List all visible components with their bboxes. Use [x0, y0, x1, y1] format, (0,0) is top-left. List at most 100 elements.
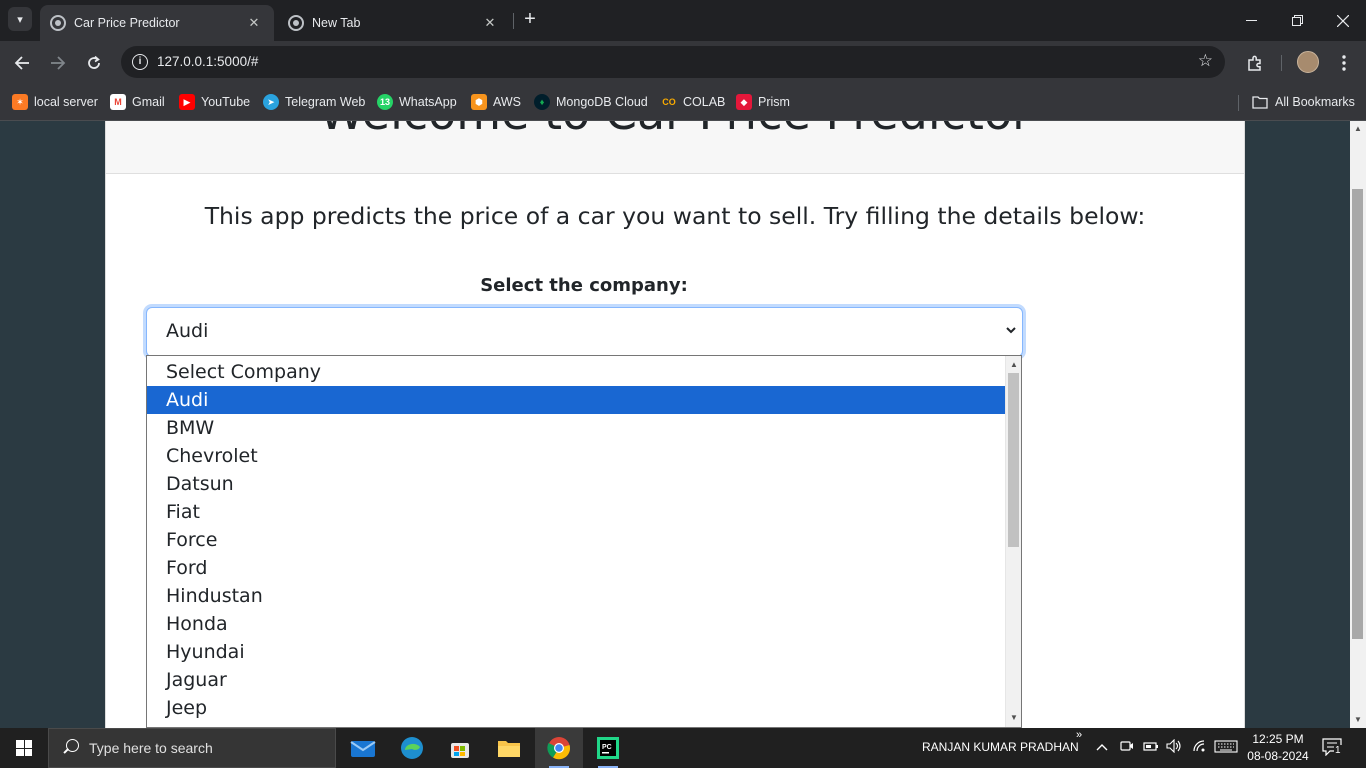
store-icon [451, 743, 469, 758]
close-tab-icon[interactable]: ✕ [480, 15, 500, 31]
keyboard-icon[interactable] [1214, 739, 1238, 756]
dropdown-option[interactable]: Ford [147, 554, 1005, 582]
bookmark-label: Telegram Web [285, 95, 366, 109]
volume-icon[interactable] [1166, 738, 1182, 756]
scroll-down-arrow[interactable]: ▼ [1006, 711, 1021, 725]
taskbar-file-explorer[interactable] [485, 728, 533, 768]
dropdown-option[interactable]: Honda [147, 610, 1005, 638]
company-select[interactable]: Audi [146, 307, 1023, 357]
scroll-down-arrow[interactable]: ▼ [1350, 712, 1366, 728]
bookmark-telegram[interactable]: ➤ Telegram Web [263, 92, 365, 112]
bookmark-star-icon[interactable]: ☆ [1198, 51, 1213, 71]
edge-icon [401, 737, 423, 759]
dropdown-scrollbar[interactable]: ▲ ▼ [1005, 356, 1021, 727]
dropdown-option[interactable]: Jaguar [147, 666, 1005, 694]
taskbar-chrome[interactable] [535, 728, 583, 768]
dropdown-option[interactable]: Hindustan [147, 582, 1005, 610]
dropdown-option[interactable]: Datsun [147, 470, 1005, 498]
company-dropdown-list[interactable]: Select Company Audi BMW Chevrolet Datsun Fiat… [146, 355, 1022, 728]
bookmark-aws[interactable]: ⬢ AWS [471, 92, 521, 112]
scroll-up-arrow[interactable]: ▲ [1350, 121, 1366, 137]
taskbar-mail[interactable] [339, 728, 387, 768]
reload-button[interactable] [81, 50, 107, 76]
overflow-icon[interactable]: » [1076, 729, 1082, 741]
all-bookmarks-button[interactable]: All Bookmarks [1252, 92, 1355, 112]
mongodb-icon: ♦ [534, 94, 550, 110]
dropdown-option[interactable]: Fiat [147, 498, 1005, 526]
telegram-icon: ➤ [263, 94, 279, 110]
page-scroll-thumb[interactable] [1352, 189, 1363, 639]
reload-icon [88, 55, 100, 69]
search-icon [62, 739, 80, 757]
tab-search-button[interactable]: ▾ [8, 7, 32, 31]
colab-icon: CO [662, 97, 676, 107]
back-button[interactable] [9, 50, 35, 76]
bookmark-label: All Bookmarks [1275, 95, 1355, 109]
folder-icon [1252, 96, 1268, 109]
taskbar-pycharm[interactable]: PC [584, 728, 632, 768]
scroll-up-arrow[interactable]: ▲ [1006, 358, 1021, 372]
wifi-icon[interactable] [1192, 739, 1208, 756]
card-header: Welcome to Car Price Predictor [106, 121, 1244, 174]
tab-divider [513, 13, 514, 29]
dropdown-option[interactable]: Chevrolet [147, 442, 1005, 470]
tab-car-price-predictor[interactable]: Car Price Predictor ✕ [40, 5, 274, 41]
profile-avatar[interactable] [1297, 51, 1319, 73]
dropdown-option[interactable]: Hyundai [147, 638, 1005, 666]
bookmark-label: Prism [758, 95, 790, 109]
bookmark-colab[interactable]: CO COLAB [661, 92, 725, 112]
dropdown-scroll-thumb[interactable] [1008, 373, 1019, 547]
aws-icon: ⬢ [471, 94, 487, 110]
dropdown-option[interactable]: Audi [147, 386, 1005, 414]
address-bar[interactable]: i 127.0.0.1:5000/# ☆ [121, 46, 1225, 78]
new-tab-button[interactable]: + [518, 8, 542, 32]
url-text[interactable]: 127.0.0.1:5000/# [157, 54, 258, 69]
bookmark-mongodb[interactable]: ♦ MongoDB Cloud [534, 92, 648, 112]
start-button[interactable] [0, 728, 48, 768]
tab-strip: ▾ Car Price Predictor ✕ New Tab ✕ + [0, 0, 1366, 41]
close-window-button[interactable] [1320, 0, 1366, 41]
taskbar-edge[interactable] [388, 728, 436, 768]
restore-button[interactable] [1274, 0, 1320, 41]
extensions-button[interactable] [1242, 50, 1268, 76]
bookmark-label: COLAB [683, 95, 726, 109]
xampp-icon: ✶ [12, 94, 28, 110]
taskbar-search[interactable]: Type here to search [48, 728, 336, 768]
bookmark-whatsapp[interactable]: 13 WhatsApp [377, 92, 457, 112]
forward-button[interactable] [45, 50, 71, 76]
bookmark-prism[interactable]: ◆ Prism [736, 92, 790, 112]
page-scrollbar[interactable]: ▲ ▼ [1350, 121, 1366, 728]
dropdown-option[interactable]: Select Company [147, 358, 1005, 386]
meet-now-icon[interactable] [1120, 739, 1134, 756]
chevron-up-icon[interactable] [1096, 739, 1108, 754]
tab-new-tab[interactable]: New Tab ✕ [278, 5, 510, 41]
chrome-icon [288, 15, 304, 31]
company-select-label: Select the company: [480, 275, 688, 296]
dropdown-option[interactable]: Force [147, 526, 1005, 554]
windows-taskbar: Type here to search PC RANJAN KUMAR PRAD… [0, 728, 1366, 768]
restore-icon [1291, 15, 1303, 26]
bookmark-local-server[interactable]: ✶ local server [12, 92, 98, 112]
bookmark-youtube[interactable]: ▶ YouTube [179, 92, 250, 112]
gmail-icon: M [110, 94, 126, 110]
dropdown-option[interactable]: Jeep [147, 694, 1005, 722]
prism-icon: ◆ [736, 94, 752, 110]
bookmark-label: Gmail [132, 95, 165, 109]
site-info-icon[interactable]: i [132, 54, 148, 70]
minimize-button[interactable] [1228, 0, 1274, 41]
battery-icon[interactable] [1143, 739, 1159, 756]
close-icon [1337, 14, 1349, 27]
notification-center-button[interactable]: 1 [1322, 738, 1344, 758]
system-clock[interactable]: 12:25 PM 08-08-2024 [1243, 731, 1313, 765]
clock-date: 08-08-2024 [1247, 749, 1309, 763]
browser-toolbar: i 127.0.0.1:5000/# ☆ [0, 41, 1366, 84]
whatsapp-icon: 13 [377, 94, 393, 110]
tab-title: Car Price Predictor [74, 16, 180, 30]
company-select-value: Audi [166, 320, 209, 342]
taskbar-store[interactable] [436, 728, 484, 768]
bookmark-label: YouTube [201, 95, 251, 109]
close-tab-icon[interactable]: ✕ [244, 15, 264, 31]
menu-button[interactable] [1331, 50, 1357, 76]
bookmark-gmail[interactable]: M Gmail [110, 92, 165, 112]
dropdown-option[interactable]: BMW [147, 414, 1005, 442]
